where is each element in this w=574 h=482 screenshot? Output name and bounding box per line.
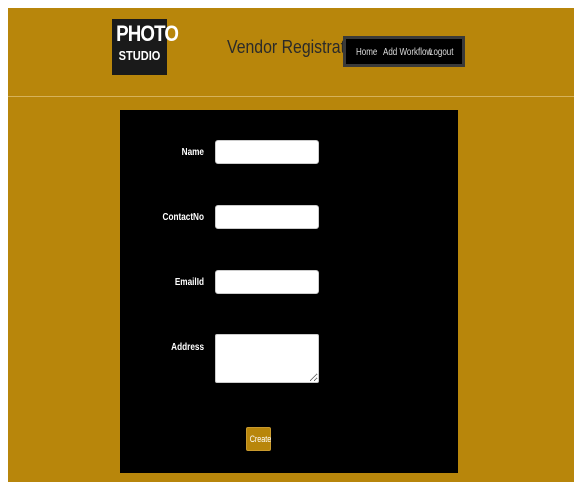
nav-link-home[interactable]: Home	[356, 47, 377, 58]
header: PHOTO STUDIO Vendor Registration Home Ad…	[8, 8, 574, 96]
contact-no-label: ContactNo	[162, 212, 204, 223]
email-id-field[interactable]	[215, 270, 319, 294]
nav-link-logout[interactable]: Logout	[429, 47, 453, 58]
address-label: Address	[171, 342, 204, 353]
name-label: Name	[181, 147, 204, 158]
name-field[interactable]	[215, 140, 319, 164]
email-id-label: EmailId	[174, 277, 204, 288]
header-divider	[8, 96, 574, 97]
registration-form: Name ContactNo EmailId Address Create	[120, 110, 458, 473]
nav-bar: Home Add Workflow Logout	[343, 36, 465, 67]
logo-text-top: PHOTO	[116, 21, 179, 46]
create-button-label: Create	[249, 434, 272, 444]
contact-no-field[interactable]	[215, 205, 319, 229]
nav-link-add-workflow[interactable]: Add Workflow	[383, 47, 432, 58]
page-background: PHOTO STUDIO Vendor Registration Home Ad…	[8, 8, 574, 482]
logo-text-bottom: STUDIO	[118, 48, 161, 63]
create-button[interactable]: Create	[246, 427, 271, 451]
photo-studio-logo: PHOTO STUDIO	[112, 19, 179, 75]
address-field[interactable]	[215, 334, 319, 383]
